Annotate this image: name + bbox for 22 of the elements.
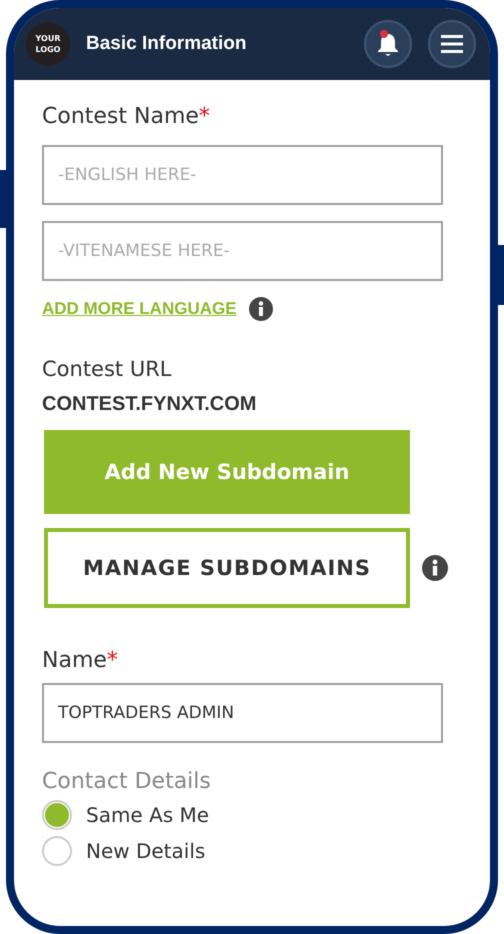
field-label: Name* [42,648,118,673]
section-label: Contact Details [42,769,211,794]
logo-text: YOUR [36,33,60,44]
field-label: Contest URL [42,357,172,381]
bell-icon [375,29,401,59]
input-field[interactable]: TOPTRADERS ADMIN [42,683,443,743]
logo-text: LOGO [36,44,60,55]
info-icon[interactable] [248,297,273,321]
field-label: Contest Name* [42,104,210,129]
info-icon[interactable] [422,555,448,581]
radio-button[interactable] [42,836,72,866]
radio-button[interactable] [42,800,72,830]
menu-icon [441,35,463,53]
input-field[interactable]: -ENGLISH HERE- [42,145,443,205]
radio-label[interactable]: New Details [86,839,206,863]
radio-label[interactable]: Same As Me [86,803,210,827]
contest-url: CONTEST.FYNXT.COM [42,393,256,416]
input-field[interactable]: -VITENAMESE HERE- [42,221,443,281]
notification-button[interactable] [364,20,412,68]
menu-button[interactable] [428,20,476,68]
page-title: Basic Information [86,33,248,55]
manage-subdomains-button[interactable]: MANAGE SUBDOMAINS [44,528,410,608]
